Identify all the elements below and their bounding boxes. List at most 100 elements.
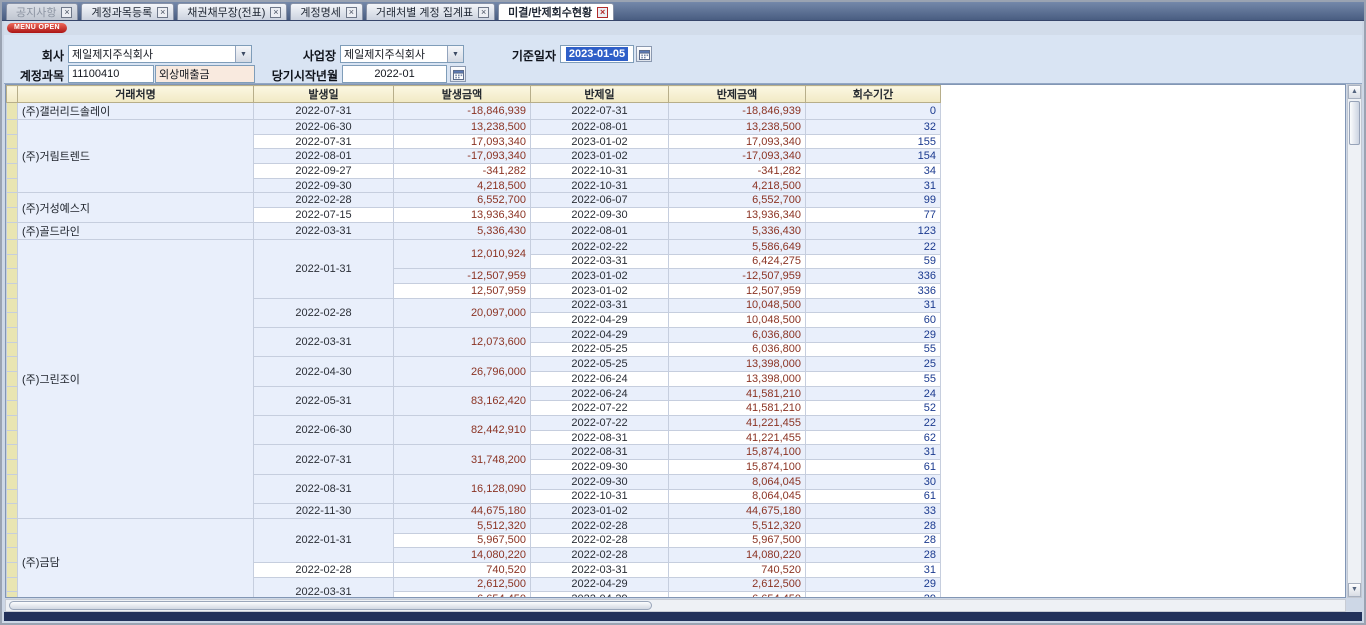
row-selector[interactable] bbox=[7, 178, 18, 193]
occur-date-cell[interactable]: 2022-02-28 bbox=[254, 562, 394, 577]
settle-date-cell[interactable]: 2022-08-01 bbox=[531, 120, 669, 135]
period-cell[interactable]: 52 bbox=[806, 401, 941, 416]
settle-amount-cell[interactable]: 41,581,210 bbox=[669, 401, 806, 416]
occur-date-cell[interactable]: 2022-01-31 bbox=[254, 518, 394, 562]
row-selector[interactable] bbox=[7, 193, 18, 208]
occur-amount-cell[interactable]: 740,520 bbox=[394, 562, 531, 577]
tab-notice[interactable]: 공지사항 × bbox=[6, 3, 78, 20]
period-cell[interactable]: 0 bbox=[806, 103, 941, 120]
settle-amount-cell[interactable]: 6,552,700 bbox=[669, 193, 806, 208]
occur-amount-cell[interactable]: 26,796,000 bbox=[394, 357, 531, 386]
occur-date-cell[interactable]: 2022-03-31 bbox=[254, 577, 394, 598]
settle-date-cell[interactable]: 2022-04-29 bbox=[531, 313, 669, 328]
settle-date-cell[interactable]: 2022-07-31 bbox=[531, 103, 669, 120]
period-cell[interactable]: 33 bbox=[806, 504, 941, 519]
occur-date-cell[interactable]: 2022-03-31 bbox=[254, 222, 394, 239]
scroll-up-icon[interactable]: ▲ bbox=[1348, 85, 1361, 99]
horizontal-scrollbar[interactable] bbox=[5, 599, 1346, 612]
occur-date-cell[interactable]: 2022-07-31 bbox=[254, 134, 394, 149]
settle-date-cell[interactable]: 2023-01-02 bbox=[531, 134, 669, 149]
settle-date-cell[interactable]: 2022-03-31 bbox=[531, 254, 669, 269]
settle-date-cell[interactable]: 2022-05-25 bbox=[531, 342, 669, 357]
settle-date-cell[interactable]: 2022-03-31 bbox=[531, 562, 669, 577]
row-selector[interactable] bbox=[7, 357, 18, 372]
occur-date-cell[interactable]: 2022-02-28 bbox=[254, 298, 394, 327]
period-cell[interactable]: 99 bbox=[806, 193, 941, 208]
occur-amount-cell[interactable]: 12,010,924 bbox=[394, 239, 531, 268]
settle-date-cell[interactable]: 2022-04-29 bbox=[531, 327, 669, 342]
settle-amount-cell[interactable]: 8,064,045 bbox=[669, 474, 806, 489]
tab-receivable-ledger[interactable]: 채권채무장(전표) × bbox=[177, 3, 287, 20]
settle-date-cell[interactable]: 2022-03-31 bbox=[531, 298, 669, 313]
row-selector[interactable] bbox=[7, 342, 18, 357]
row-selector[interactable] bbox=[7, 254, 18, 269]
settle-amount-cell[interactable]: 6,036,800 bbox=[669, 327, 806, 342]
settle-date-cell[interactable]: 2022-10-31 bbox=[531, 164, 669, 179]
row-selector[interactable] bbox=[7, 489, 18, 504]
tab-account-detail[interactable]: 계정명세 × bbox=[290, 3, 362, 20]
occur-amount-cell[interactable]: 6,654,450 bbox=[394, 592, 531, 598]
customer-name-cell[interactable]: (주)갤러리드솔레이 bbox=[18, 103, 254, 120]
vertical-scrollbar-thumb[interactable] bbox=[1349, 101, 1360, 145]
settle-date-cell[interactable]: 2023-01-02 bbox=[531, 149, 669, 164]
header-occur-date[interactable]: 발생일 bbox=[254, 86, 394, 103]
settle-date-cell[interactable]: 2022-02-28 bbox=[531, 548, 669, 563]
tab-close-icon[interactable]: × bbox=[478, 7, 489, 18]
period-cell[interactable]: 62 bbox=[806, 430, 941, 445]
tab-customer-summary[interactable]: 거래처별 계정 집계표 × bbox=[366, 3, 495, 20]
occur-amount-cell[interactable]: 16,128,090 bbox=[394, 474, 531, 503]
period-cell[interactable]: 22 bbox=[806, 416, 941, 431]
period-cell[interactable]: 59 bbox=[806, 254, 941, 269]
occur-date-cell[interactable]: 2022-08-01 bbox=[254, 149, 394, 164]
customer-name-cell[interactable]: (주)거림트렌드 bbox=[18, 120, 254, 193]
customer-name-cell[interactable]: (주)금담 bbox=[18, 518, 254, 598]
row-selector[interactable] bbox=[7, 103, 18, 120]
settle-date-cell[interactable]: 2023-01-02 bbox=[531, 504, 669, 519]
header-period[interactable]: 회수기간 bbox=[806, 86, 941, 103]
settle-date-cell[interactable]: 2022-02-28 bbox=[531, 518, 669, 533]
row-selector[interactable] bbox=[7, 592, 18, 598]
period-cell[interactable]: 32 bbox=[806, 120, 941, 135]
occur-amount-cell[interactable]: -12,507,959 bbox=[394, 269, 531, 284]
settle-date-cell[interactable]: 2022-08-01 bbox=[531, 222, 669, 239]
occur-amount-cell[interactable]: 5,336,430 bbox=[394, 222, 531, 239]
settle-amount-cell[interactable]: 5,967,500 bbox=[669, 533, 806, 548]
settle-amount-cell[interactable]: 13,238,500 bbox=[669, 120, 806, 135]
row-selector[interactable] bbox=[7, 548, 18, 563]
settle-amount-cell[interactable]: 5,586,649 bbox=[669, 239, 806, 254]
settle-amount-cell[interactable]: 8,064,045 bbox=[669, 489, 806, 504]
occur-amount-cell[interactable]: -17,093,340 bbox=[394, 149, 531, 164]
row-selector[interactable] bbox=[7, 460, 18, 475]
period-cell[interactable]: 31 bbox=[806, 562, 941, 577]
period-cell[interactable]: 24 bbox=[806, 386, 941, 401]
row-selector[interactable] bbox=[7, 474, 18, 489]
settle-amount-cell[interactable]: 14,080,220 bbox=[669, 548, 806, 563]
row-selector[interactable] bbox=[7, 313, 18, 328]
settle-amount-cell[interactable]: 13,398,000 bbox=[669, 357, 806, 372]
period-cell[interactable]: 55 bbox=[806, 342, 941, 357]
customer-name-cell[interactable]: (주)골드라인 bbox=[18, 222, 254, 239]
period-cell[interactable]: 22 bbox=[806, 239, 941, 254]
row-selector[interactable] bbox=[7, 164, 18, 179]
settle-date-cell[interactable]: 2022-06-07 bbox=[531, 193, 669, 208]
header-occur-amount[interactable]: 발생금액 bbox=[394, 86, 531, 103]
settle-amount-cell[interactable]: 740,520 bbox=[669, 562, 806, 577]
row-selector[interactable] bbox=[7, 533, 18, 548]
settle-amount-cell[interactable]: 41,221,455 bbox=[669, 416, 806, 431]
chevron-down-icon[interactable]: ▼ bbox=[235, 46, 251, 62]
startmonth-input[interactable]: 2022-01 bbox=[342, 65, 447, 83]
settle-date-cell[interactable]: 2022-10-31 bbox=[531, 489, 669, 504]
row-selector[interactable] bbox=[7, 298, 18, 313]
settle-date-cell[interactable]: 2022-07-22 bbox=[531, 416, 669, 431]
occur-amount-cell[interactable]: 14,080,220 bbox=[394, 548, 531, 563]
settle-date-cell[interactable]: 2022-07-22 bbox=[531, 401, 669, 416]
occur-amount-cell[interactable]: 31,748,200 bbox=[394, 445, 531, 474]
settle-date-cell[interactable]: 2022-09-30 bbox=[531, 208, 669, 223]
settle-amount-cell[interactable]: 4,218,500 bbox=[669, 178, 806, 193]
period-cell[interactable]: 29 bbox=[806, 577, 941, 592]
settle-date-cell[interactable]: 2022-06-24 bbox=[531, 372, 669, 387]
period-cell[interactable]: 336 bbox=[806, 283, 941, 298]
period-cell[interactable]: 336 bbox=[806, 269, 941, 284]
occur-date-cell[interactable]: 2022-06-30 bbox=[254, 416, 394, 445]
occur-date-cell[interactable]: 2022-04-30 bbox=[254, 357, 394, 386]
